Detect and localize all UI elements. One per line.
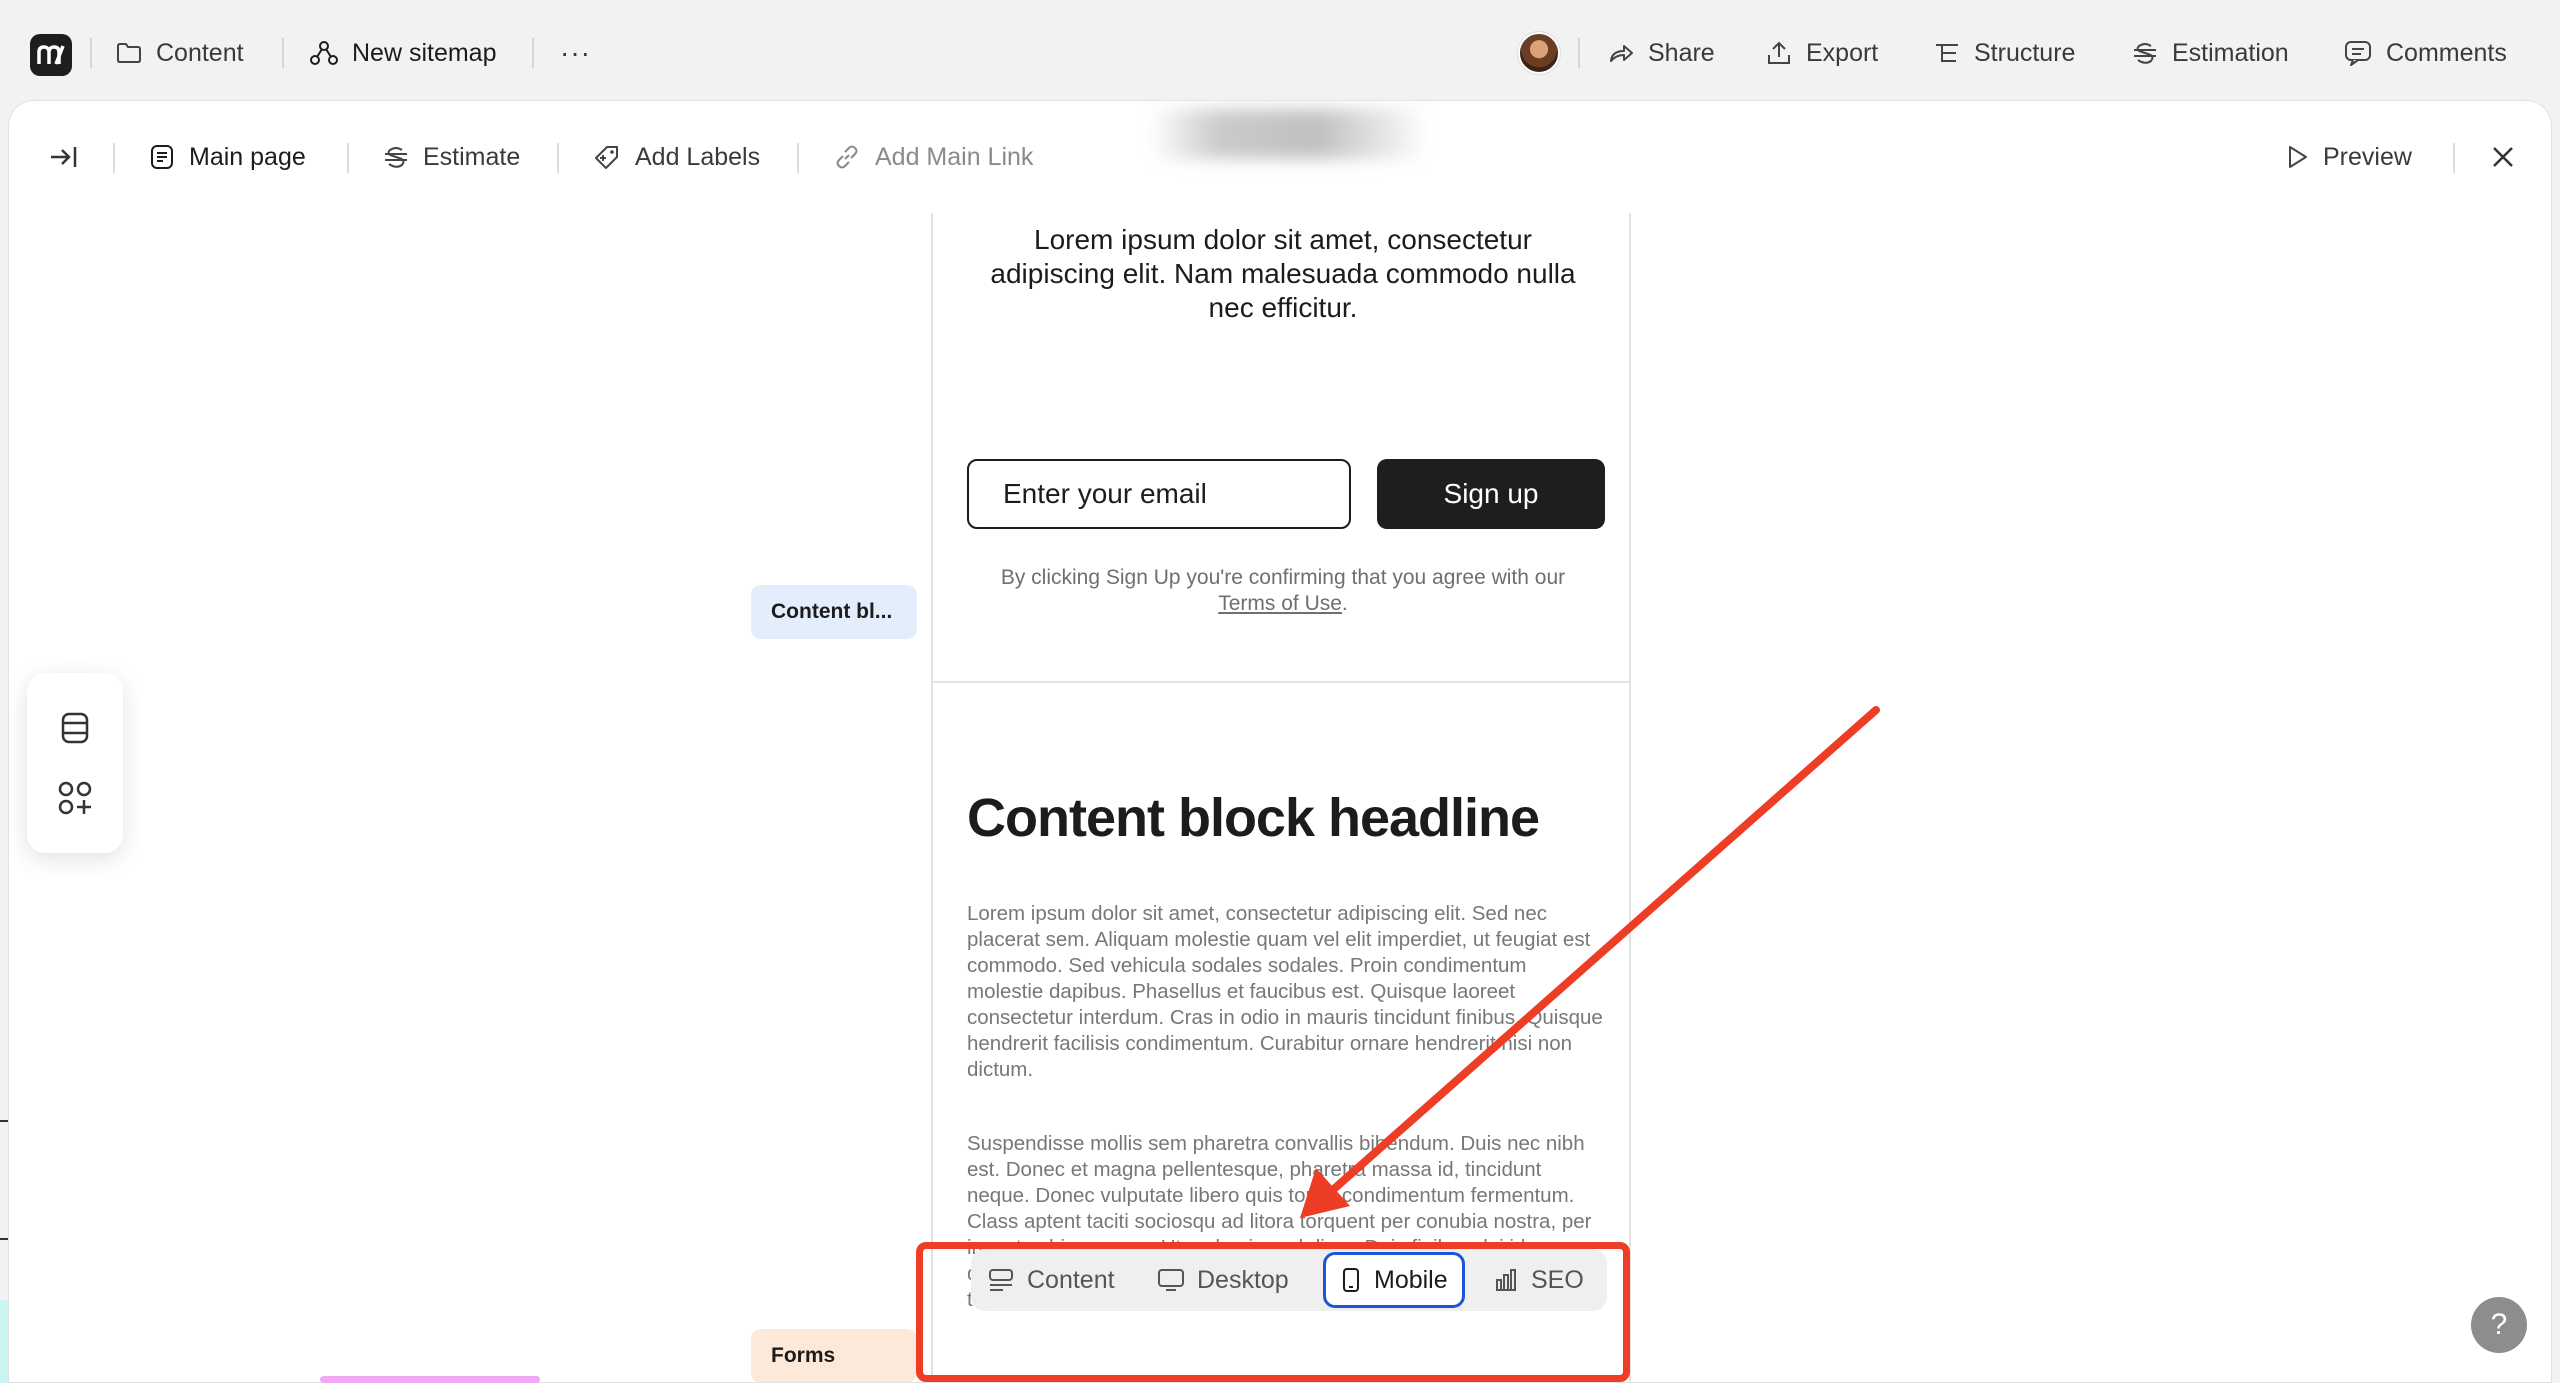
avatar[interactable] — [1518, 32, 1560, 74]
main-page-label: Main page — [189, 142, 306, 171]
annotation-highlight-box — [916, 1242, 1630, 1382]
divider — [282, 38, 284, 68]
block-stack-icon[interactable] — [58, 710, 92, 746]
email-input[interactable]: Enter your email — [967, 459, 1351, 529]
edge-artifact — [0, 1300, 8, 1383]
comments-button[interactable]: Comments — [2344, 30, 2507, 76]
sitemap-title-label: New sitemap — [352, 38, 497, 67]
divider — [797, 143, 799, 173]
comment-icon — [2344, 40, 2372, 66]
mobile-page-preview: Lorem ipsum dolor sit amet, consectetur … — [931, 213, 1631, 1382]
export-icon — [1766, 40, 1792, 66]
top-bar: Content New sitemap ··· Share Export Str… — [0, 0, 2560, 104]
add-main-link-button[interactable]: Add Main Link — [833, 137, 1033, 177]
terms-text: By clicking Sign Up you're confirming th… — [1000, 566, 1566, 589]
structure-button[interactable]: Structure — [1934, 30, 2075, 76]
content-block-headline: Content block headline — [967, 788, 1540, 848]
more-menu-button[interactable]: ··· — [560, 30, 591, 76]
main-page-tab[interactable]: Main page — [149, 137, 306, 177]
close-button[interactable] — [2491, 137, 2515, 177]
sign-up-button[interactable]: Sign up — [1377, 459, 1605, 529]
terms-notice: By clicking Sign Up you're confirming th… — [963, 565, 1603, 617]
structure-label: Structure — [1974, 38, 2076, 67]
content-paragraph: Lorem ipsum dolor sit amet, consectetur … — [967, 902, 1603, 1081]
divider — [90, 38, 92, 68]
divider — [1578, 38, 1580, 68]
lead-text: Lorem ipsum dolor sit amet, consectetur … — [990, 224, 1576, 323]
currency-icon — [383, 144, 409, 170]
estimation-button[interactable]: Estimation — [2132, 30, 2289, 76]
close-icon — [2491, 145, 2515, 169]
estimate-label: Estimate — [423, 142, 521, 171]
sitemap-icon — [310, 40, 338, 66]
section-divider — [933, 681, 1629, 683]
share-label: Share — [1648, 38, 1715, 67]
currency-icon — [2132, 40, 2158, 66]
floating-toolbar — [27, 673, 123, 853]
collapse-right-icon — [49, 144, 79, 170]
divider — [2453, 143, 2455, 173]
section-label-content-block[interactable]: Content bl... — [751, 585, 917, 639]
estimate-button[interactable]: Estimate — [383, 137, 520, 177]
logo-mark-icon — [37, 45, 65, 65]
app-logo[interactable] — [30, 34, 72, 76]
divider — [532, 38, 534, 68]
add-main-link-label: Add Main Link — [875, 142, 1034, 171]
preview-label: Preview — [2323, 142, 2412, 171]
divider — [347, 143, 349, 173]
more-icon: ··· — [560, 37, 591, 68]
export-button[interactable]: Export — [1766, 30, 1878, 76]
share-button[interactable]: Share — [1608, 30, 1715, 76]
tag-plus-icon — [593, 144, 621, 170]
page-editor-panel: Main page Estimate Add Labels Add Main L… — [8, 100, 2552, 1383]
divider — [113, 143, 115, 173]
help-button[interactable]: ? — [2471, 1297, 2527, 1353]
preview-button[interactable]: Preview — [2285, 137, 2412, 177]
export-label: Export — [1806, 38, 1879, 67]
content-nav-label: Content — [156, 38, 244, 67]
folder-icon — [116, 41, 142, 65]
add-labels-label: Add Labels — [635, 142, 761, 171]
add-labels-button[interactable]: Add Labels — [593, 137, 760, 177]
divider — [557, 143, 559, 173]
collapse-sidebar-button[interactable] — [49, 137, 79, 177]
sitemap-title[interactable]: New sitemap — [310, 30, 497, 76]
add-blocks-icon[interactable] — [57, 780, 93, 816]
page-toolbar: Main page Estimate Add Labels Add Main L… — [9, 101, 2551, 213]
terms-period: . — [1341, 592, 1348, 615]
play-icon — [2285, 144, 2309, 170]
section-label-forms[interactable]: Forms — [751, 1329, 917, 1382]
terms-of-use-link[interactable]: Terms of Use — [1218, 592, 1342, 615]
edge-artifact — [320, 1376, 540, 1383]
comments-label: Comments — [2386, 38, 2507, 67]
page-icon — [149, 144, 175, 170]
share-icon — [1608, 41, 1634, 65]
estimation-label: Estimation — [2172, 38, 2289, 67]
edge-artifact — [0, 1120, 8, 1240]
link-icon — [833, 144, 861, 170]
content-nav[interactable]: Content — [116, 30, 244, 76]
structure-icon — [1934, 41, 1960, 65]
